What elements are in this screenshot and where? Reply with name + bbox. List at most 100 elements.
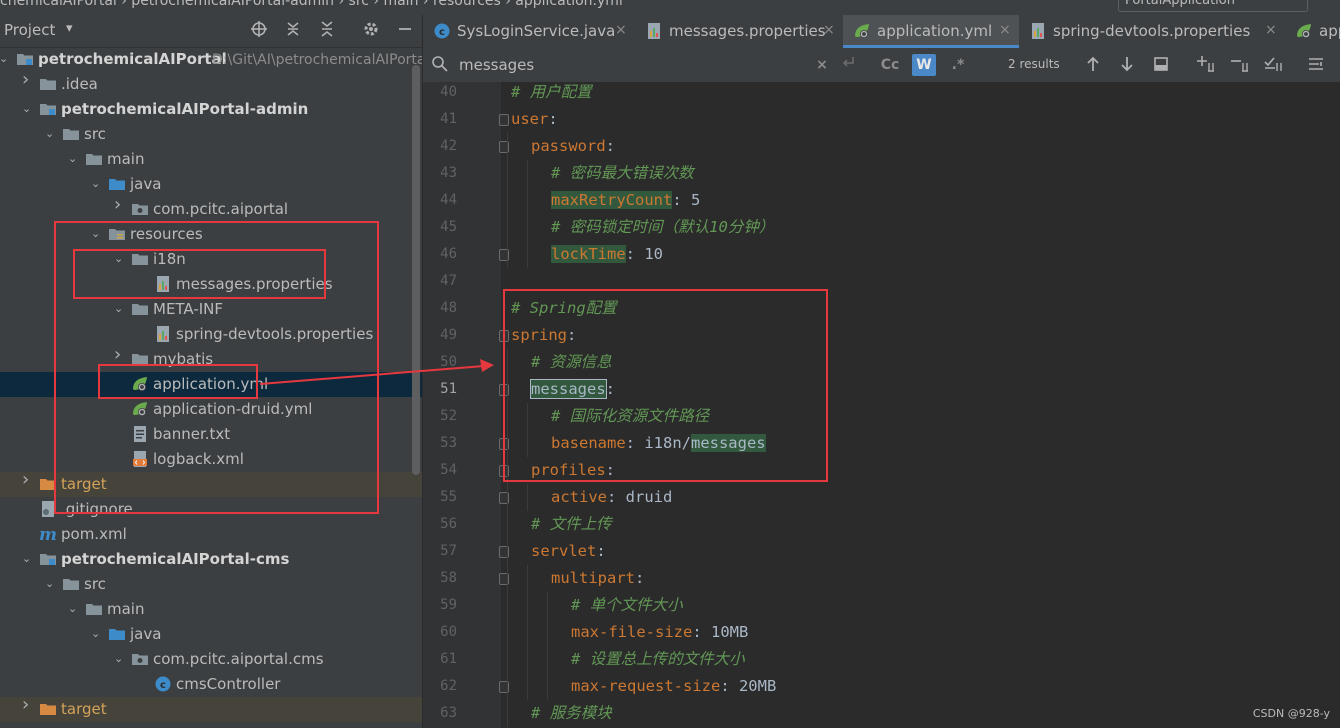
previous-occurrence-icon[interactable] <box>1084 55 1102 77</box>
code-line[interactable]: # 密码锁定时间（默认10分钟） <box>551 214 774 241</box>
tree-item[interactable]: ⌄ java <box>0 172 422 197</box>
code-line[interactable]: lockTime: 10 <box>551 241 663 268</box>
line-number[interactable]: 43 <box>423 160 457 187</box>
tree-item[interactable]: ⌄ petrochemicalAIPortalD:\Git\AI\petroche… <box>0 47 422 72</box>
chevron-down-icon[interactable]: ⌄ <box>22 102 34 116</box>
new-line-icon[interactable] <box>837 54 859 76</box>
code-line[interactable]: maxRetryCount: 5 <box>551 187 700 214</box>
close-tab-icon[interactable]: × <box>999 22 1011 38</box>
chevron-down-icon[interactable]: ⌄ <box>68 152 80 166</box>
code-line[interactable]: max-request-size: 20MB <box>571 673 776 700</box>
code-line[interactable]: basename: i18n/messages <box>551 430 766 457</box>
line-number[interactable]: 40 <box>423 82 457 106</box>
chevron-down-icon[interactable]: ⌄ <box>114 652 126 666</box>
expand-all-icon[interactable] <box>282 20 304 42</box>
tree-item[interactable]: application-druid.yml <box>0 397 422 422</box>
search-input[interactable] <box>459 54 829 76</box>
tree-item[interactable]: logback.xml <box>0 447 422 472</box>
line-number[interactable]: 60 <box>423 619 457 646</box>
editor-tab[interactable]: c SysLoginService.java × <box>423 15 635 48</box>
line-number[interactable]: 41 <box>423 106 457 133</box>
tree-item[interactable]: › target <box>0 471 422 497</box>
code-line[interactable]: # 设置总上传的文件大小 <box>571 646 745 673</box>
tree-item[interactable]: banner.txt <box>0 422 422 447</box>
tree-item[interactable]: › .idea <box>0 71 422 97</box>
code-line[interactable]: # Spring配置 <box>511 295 617 322</box>
line-number[interactable]: 54 <box>423 457 457 484</box>
line-number[interactable]: 45 <box>423 214 457 241</box>
tree-item[interactable]: c cmsController <box>0 672 422 697</box>
collapse-all-icon[interactable] <box>316 20 338 42</box>
select-all-occurrences-icon[interactable] <box>1152 55 1170 77</box>
tree-item[interactable]: ⌄ i18n <box>0 247 422 272</box>
code-line[interactable]: profiles: <box>531 457 615 484</box>
chevron-down-icon[interactable]: ⌄ <box>0 52 11 66</box>
add-occurrence-icon[interactable] <box>1195 55 1217 77</box>
tree-item[interactable]: ⌄ com.pcitc.aiportal.cms <box>0 647 422 672</box>
chevron-down-icon[interactable]: ⌄ <box>91 627 103 641</box>
chevron-down-icon[interactable]: ⌄ <box>68 602 80 616</box>
close-tab-icon[interactable]: × <box>1265 22 1277 38</box>
code-line[interactable]: # 资源信息 <box>531 349 612 376</box>
line-number-gutter[interactable]: 40 41 42 43 44 45 46 47 48 49 50 51 52 53 54 55 56 57 58 59… <box>423 82 501 728</box>
code-line[interactable]: # 密码最大错误次数 <box>551 160 694 187</box>
chevron-down-icon[interactable]: ⌄ <box>45 577 57 591</box>
code-line[interactable]: # 文件上传 <box>531 511 612 538</box>
chevron-right-icon[interactable]: › <box>22 71 34 89</box>
code-line[interactable]: servlet: <box>531 538 606 565</box>
locate-file-icon[interactable] <box>248 20 270 42</box>
whole-words-toggle[interactable]: W <box>912 54 936 76</box>
chevron-down-icon[interactable]: ⌄ <box>22 552 34 566</box>
line-number[interactable]: 44 <box>423 187 457 214</box>
match-case-toggle[interactable]: Cc <box>878 54 902 76</box>
line-number[interactable]: 49 <box>423 322 457 349</box>
tree-item[interactable]: › com.pcitc.aiportal <box>0 196 422 222</box>
code-line[interactable]: multipart: <box>551 565 644 592</box>
breadcrumb-path[interactable]: chemicalAIPortal › petrochemicalAIPortal… <box>0 0 623 9</box>
code-line[interactable]: # 单个文件大小 <box>571 592 683 619</box>
tree-item[interactable]: ⌄ petrochemicalAIPortal-admin <box>0 97 422 122</box>
editor-tab[interactable]: spring-devtools.properties × <box>1019 15 1285 48</box>
line-number[interactable]: 61 <box>423 646 457 673</box>
line-number[interactable]: 53 <box>423 430 457 457</box>
code-line[interactable]: user: <box>511 106 558 133</box>
chevron-down-icon[interactable]: ⌄ <box>91 227 103 241</box>
close-tab-icon[interactable]: × <box>615 22 627 38</box>
code-line[interactable]: spring: <box>511 322 576 349</box>
project-view-title[interactable]: Project <box>4 21 55 39</box>
line-number[interactable]: 57 <box>423 538 457 565</box>
tree-item[interactable]: spring-devtools.properties <box>0 322 422 347</box>
code-line[interactable]: password: <box>531 133 615 160</box>
tree-scrollbar[interactable] <box>412 65 420 475</box>
chevron-right-icon[interactable]: › <box>22 471 34 489</box>
code-line[interactable]: # 用户配置 <box>511 82 592 106</box>
line-number[interactable]: 62 <box>423 673 457 700</box>
chevron-down-icon[interactable]: ▾ <box>66 21 73 36</box>
chevron-right-icon[interactable]: › <box>114 346 126 364</box>
next-occurrence-icon[interactable] <box>1118 55 1136 77</box>
filter-options-icon[interactable] <box>1307 55 1325 77</box>
code-line[interactable]: messages: <box>530 376 615 403</box>
chevron-right-icon[interactable]: › <box>22 696 34 714</box>
remove-occurrence-icon[interactable] <box>1229 55 1251 77</box>
tree-item[interactable]: .gitignore <box>0 497 422 522</box>
chevron-down-icon[interactable]: ⌄ <box>114 252 126 266</box>
clear-search-icon[interactable]: × <box>811 54 833 76</box>
chevron-down-icon[interactable]: ⌄ <box>91 177 103 191</box>
tree-item[interactable]: ⌄ main <box>0 597 422 622</box>
line-number[interactable]: 58 <box>423 565 457 592</box>
line-number[interactable]: 56 <box>423 511 457 538</box>
search-icon[interactable] <box>431 55 449 77</box>
code-editor[interactable]: 40 41 42 43 44 45 46 47 48 49 50 51 52 53 54 55 56 57 58 59… <box>423 82 1340 728</box>
editor-tab[interactable]: messages.properties × <box>635 15 843 48</box>
chevron-right-icon[interactable]: › <box>114 196 126 214</box>
line-number[interactable]: 55 <box>423 484 457 511</box>
line-number[interactable]: 46 <box>423 241 457 268</box>
select-all-check-icon[interactable] <box>1263 55 1285 77</box>
editor-tab[interactable]: application.yml × <box>843 15 1019 48</box>
code-line[interactable]: max-file-size: 10MB <box>571 619 748 646</box>
line-number[interactable]: 52 <box>423 403 457 430</box>
line-number[interactable]: 59 <box>423 592 457 619</box>
chevron-down-icon[interactable]: ⌄ <box>114 302 126 316</box>
regex-toggle[interactable]: .* <box>946 54 970 76</box>
